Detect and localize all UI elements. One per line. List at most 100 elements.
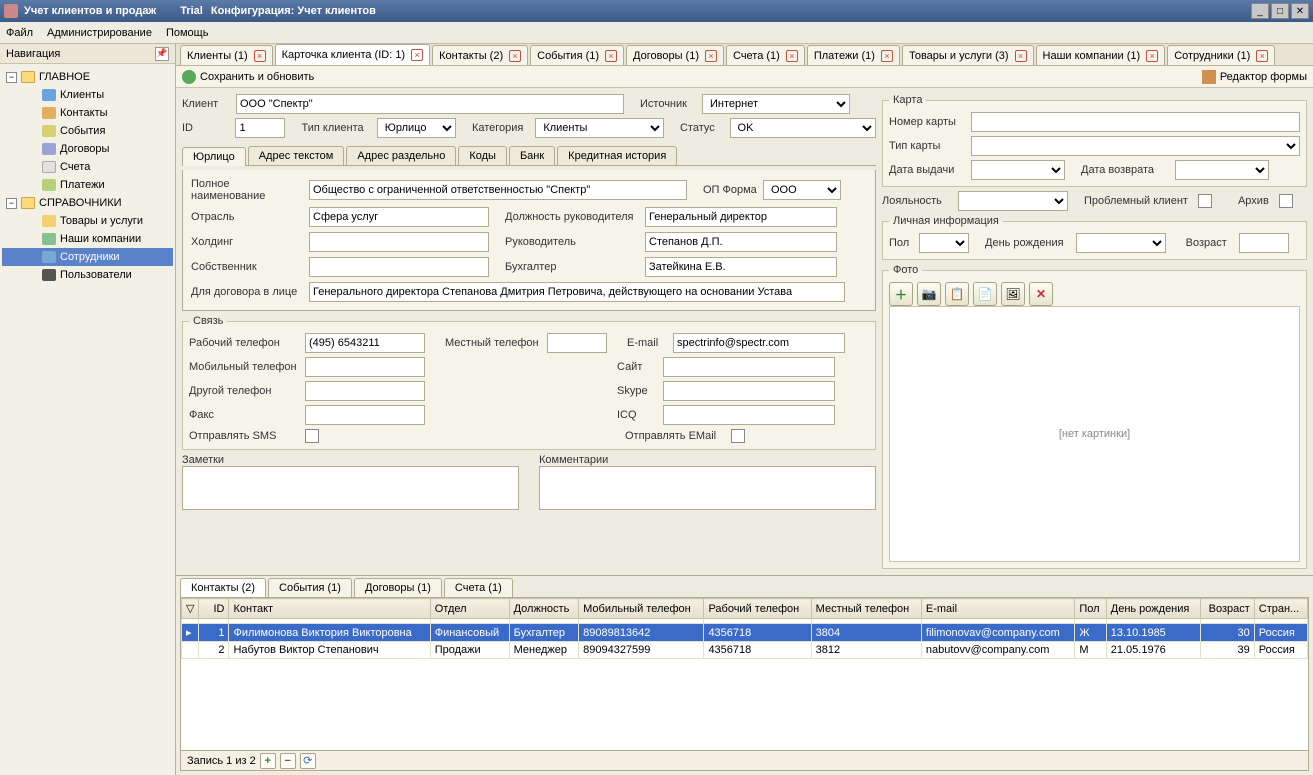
holding-field[interactable] xyxy=(309,232,489,252)
col-birth[interactable]: День рождения xyxy=(1106,599,1200,619)
comments-field[interactable] xyxy=(539,466,876,510)
accountant-field[interactable] xyxy=(645,257,837,277)
head-field[interactable] xyxy=(645,232,837,252)
loyalty-select[interactable] xyxy=(958,191,1068,211)
industry-field[interactable] xyxy=(309,207,489,227)
collapse-icon[interactable]: − xyxy=(6,72,17,83)
send-sms-checkbox[interactable] xyxy=(305,429,319,443)
opform-select[interactable]: ООО xyxy=(763,180,841,200)
tree-item-events[interactable]: События xyxy=(2,122,173,140)
tab-employees[interactable]: Сотрудники (1)× xyxy=(1167,45,1275,65)
close-icon[interactable]: × xyxy=(1146,50,1158,62)
col-filter[interactable]: ▽ xyxy=(182,599,199,619)
col-country[interactable]: Стран... xyxy=(1254,599,1307,619)
tab-contracts[interactable]: Договоры (1)× xyxy=(626,45,724,65)
subtab-addrsplit[interactable]: Адрес раздельно xyxy=(346,146,456,165)
contract-person-field[interactable] xyxy=(309,282,845,302)
tab-companies[interactable]: Наши компании (1)× xyxy=(1036,45,1166,65)
tree-item-contracts[interactable]: Договоры xyxy=(2,140,173,158)
tree-item-goods[interactable]: Товары и услуги xyxy=(2,212,173,230)
age-field[interactable] xyxy=(1239,233,1289,253)
fullname-field[interactable] xyxy=(309,180,687,200)
view-button[interactable]: 🖼 xyxy=(1001,282,1025,306)
add-photo-button[interactable]: ＋ xyxy=(889,282,913,306)
notes-field[interactable] xyxy=(182,466,519,510)
client-field[interactable] xyxy=(236,94,624,114)
archive-checkbox[interactable] xyxy=(1279,194,1293,208)
tree-item-users[interactable]: Пользователи xyxy=(2,266,173,284)
refresh-button[interactable]: ⟳ xyxy=(300,753,316,769)
tab-client-card[interactable]: Карточка клиента (ID: 1)× xyxy=(275,44,431,65)
other-phone-field[interactable] xyxy=(305,381,425,401)
site-field[interactable] xyxy=(663,357,835,377)
issue-date[interactable] xyxy=(971,160,1065,180)
menu-admin[interactable]: Администрирование xyxy=(47,27,152,39)
camera-button[interactable]: 📷 xyxy=(917,282,941,306)
subtab-codes[interactable]: Коды xyxy=(458,146,507,165)
tree-item-contacts[interactable]: Контакты xyxy=(2,104,173,122)
col-local[interactable]: Местный телефон xyxy=(811,599,921,619)
table-row[interactable]: 2Набутов Виктор СтепановичПродажиМенедже… xyxy=(182,642,1308,659)
tree-group-main[interactable]: − ГЛАВНОЕ xyxy=(2,68,173,86)
subtab-bank[interactable]: Банк xyxy=(509,146,555,165)
menu-help[interactable]: Помощь xyxy=(166,27,209,39)
status-select[interactable]: OK xyxy=(730,118,876,138)
send-email-checkbox[interactable] xyxy=(731,429,745,443)
close-icon[interactable]: × xyxy=(411,49,423,61)
collapse-icon[interactable]: − xyxy=(6,198,17,209)
lower-tab-accounts[interactable]: Счета (1) xyxy=(444,578,513,597)
col-sex[interactable]: Пол xyxy=(1075,599,1106,619)
owner-field[interactable] xyxy=(309,257,489,277)
head-pos-field[interactable] xyxy=(645,207,837,227)
close-icon[interactable]: × xyxy=(509,50,521,62)
contacts-grid[interactable]: ▽ ID Контакт Отдел Должность Мобильный т… xyxy=(180,597,1309,751)
category-select[interactable]: Клиенты xyxy=(535,118,664,138)
col-pos[interactable]: Должность xyxy=(509,599,579,619)
pin-icon[interactable]: 📌 xyxy=(155,47,169,61)
work-phone-field[interactable] xyxy=(305,333,425,353)
sex-select[interactable] xyxy=(919,233,969,253)
problem-checkbox[interactable] xyxy=(1198,194,1212,208)
maximize-button[interactable]: □ xyxy=(1271,3,1289,19)
table-row[interactable]: ▸1Филимонова Виктория ВикторовнаФинансов… xyxy=(182,624,1308,642)
close-icon[interactable]: × xyxy=(705,50,717,62)
tree-item-employees[interactable]: Сотрудники xyxy=(2,248,173,266)
tab-payments[interactable]: Платежи (1)× xyxy=(807,45,900,65)
tree-group-ref[interactable]: − СПРАВОЧНИКИ xyxy=(2,194,173,212)
col-age[interactable]: Возраст xyxy=(1200,599,1254,619)
close-icon[interactable]: × xyxy=(605,50,617,62)
card-number-field[interactable] xyxy=(971,112,1300,132)
close-icon[interactable]: × xyxy=(1256,50,1268,62)
tab-clients[interactable]: Клиенты (1)× xyxy=(180,45,273,65)
tab-accounts[interactable]: Счета (1)× xyxy=(726,45,805,65)
local-phone-field[interactable] xyxy=(547,333,607,353)
fax-field[interactable] xyxy=(305,405,425,425)
tree-item-companies[interactable]: Наши компании xyxy=(2,230,173,248)
add-row-button[interactable]: + xyxy=(260,753,276,769)
skype-field[interactable] xyxy=(663,381,835,401)
delete-photo-button[interactable]: ✕ xyxy=(1029,282,1053,306)
subtab-credit[interactable]: Кредитная история xyxy=(557,146,677,165)
close-button[interactable]: ✕ xyxy=(1291,3,1309,19)
lower-tab-contacts[interactable]: Контакты (2) xyxy=(180,578,266,597)
close-icon[interactable]: × xyxy=(881,50,893,62)
tab-contacts[interactable]: Контакты (2)× xyxy=(432,45,528,65)
icq-field[interactable] xyxy=(663,405,835,425)
tree-item-clients[interactable]: Клиенты xyxy=(2,86,173,104)
delete-row-button[interactable]: − xyxy=(280,753,296,769)
card-type-select[interactable] xyxy=(971,136,1300,156)
birthday-field[interactable] xyxy=(1076,233,1166,253)
close-icon[interactable]: × xyxy=(786,50,798,62)
tab-events[interactable]: События (1)× xyxy=(530,45,624,65)
copy-button[interactable]: 📄 xyxy=(973,282,997,306)
tree-item-payments[interactable]: Платежи xyxy=(2,176,173,194)
return-date[interactable] xyxy=(1175,160,1269,180)
email-field[interactable] xyxy=(673,333,845,353)
subtab-addrtext[interactable]: Адрес текстом xyxy=(248,146,345,165)
col-contact[interactable]: Контакт xyxy=(229,599,430,619)
source-select[interactable]: Интернет xyxy=(702,94,850,114)
col-work[interactable]: Рабочий телефон xyxy=(704,599,811,619)
lower-tab-events[interactable]: События (1) xyxy=(268,578,352,597)
close-icon[interactable]: × xyxy=(1015,50,1027,62)
id-field[interactable] xyxy=(235,118,285,138)
